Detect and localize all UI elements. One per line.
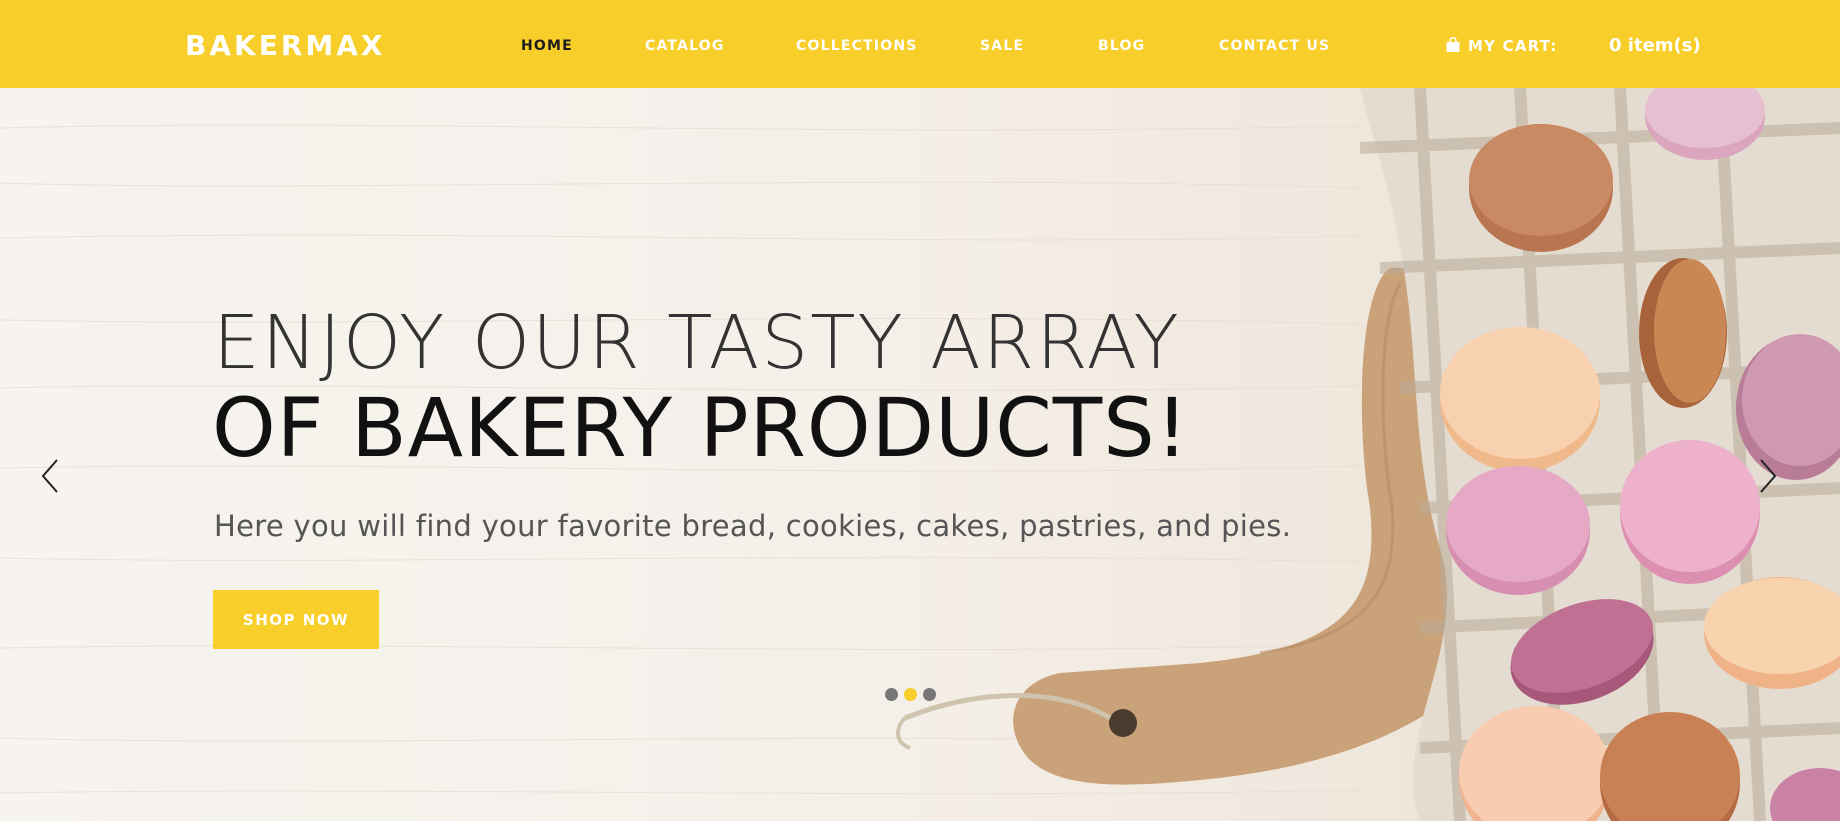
- slider-dot-3[interactable]: [923, 688, 936, 701]
- chevron-left-icon: [41, 459, 58, 493]
- hero-slider: ENJOY OUR TASTY ARRAY OF BAKERY PRODUCTS…: [0, 88, 1840, 821]
- slider-dot-2[interactable]: [904, 688, 917, 701]
- cart-label: MY CART:: [1468, 37, 1558, 55]
- hero-subtext: Here you will find your favorite bread, …: [214, 509, 1292, 543]
- site-header: BAKERMAX HOME CATALOG COLLECTIONS SALE B…: [0, 0, 1840, 88]
- cart-count: 0 item(s): [1609, 35, 1701, 56]
- slider-next-button[interactable]: [1752, 456, 1782, 496]
- shopping-bag-icon: [1446, 37, 1460, 52]
- site-logo[interactable]: BAKERMAX: [185, 29, 386, 62]
- nav-item-contact-us[interactable]: CONTACT US: [1219, 38, 1330, 54]
- chevron-right-icon: [1760, 459, 1777, 493]
- shop-now-button[interactable]: SHOP NOW: [213, 590, 379, 649]
- nav-item-sale[interactable]: SALE: [980, 38, 1024, 54]
- nav-item-collections[interactable]: COLLECTIONS: [796, 38, 918, 54]
- nav-item-home[interactable]: HOME: [521, 38, 573, 54]
- hero-headline-line1: ENJOY OUR TASTY ARRAY: [213, 300, 1181, 386]
- slider-dot-1[interactable]: [885, 688, 898, 701]
- nav-item-catalog[interactable]: CATALOG: [645, 38, 725, 54]
- nav-item-blog[interactable]: BLOG: [1098, 38, 1145, 54]
- slider-prev-button[interactable]: [36, 456, 66, 496]
- hero-headline-line2: OF BAKERY PRODUCTS!: [212, 382, 1190, 476]
